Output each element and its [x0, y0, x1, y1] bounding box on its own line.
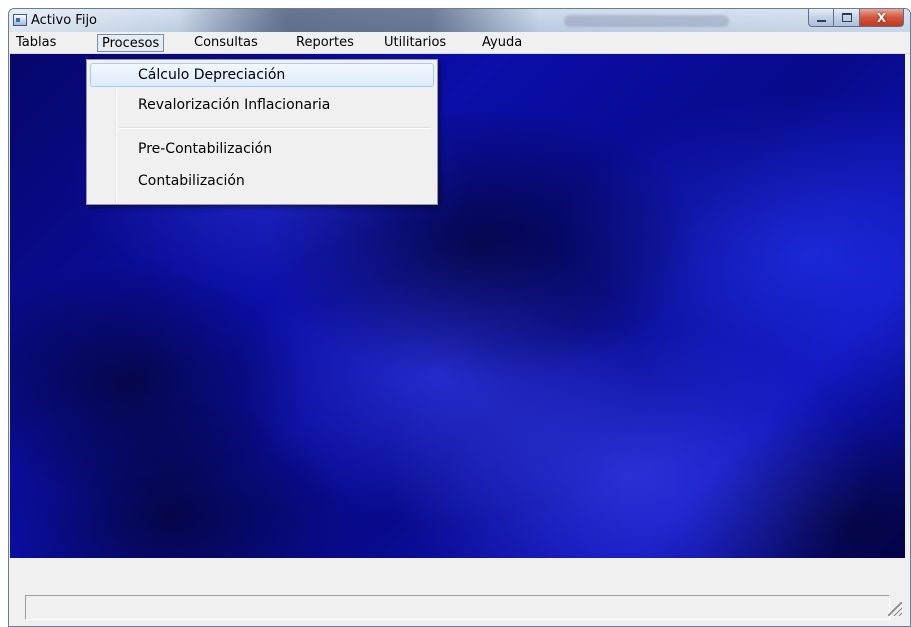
status-bar	[9, 592, 910, 626]
window-title: Activo Fijo	[31, 13, 98, 28]
menu-consultas[interactable]: Consultas	[189, 34, 263, 52]
title-bar-shade	[179, 9, 539, 32]
menu-ayuda[interactable]: Ayuda	[477, 34, 527, 52]
menu-item-calculo-depreciacion[interactable]: Cálculo Depreciación	[90, 63, 434, 87]
close-icon: X	[876, 10, 887, 25]
maximize-icon	[841, 13, 852, 22]
caption-buttons: X	[808, 9, 904, 28]
status-panel	[25, 595, 890, 620]
procesos-dropdown: Cálculo Depreciación Revalorización Infl…	[86, 59, 438, 205]
menu-item-revalorizacion-inflacionaria[interactable]: Revalorización Inflacionaria	[90, 94, 434, 118]
minimize-button[interactable]	[808, 9, 834, 27]
menu-utilitarios[interactable]: Utilitarios	[379, 34, 451, 52]
menu-procesos[interactable]: Procesos	[97, 34, 165, 52]
minimize-icon	[816, 19, 826, 22]
resize-grip-icon[interactable]	[888, 602, 902, 616]
menu-reportes[interactable]: Reportes	[291, 34, 359, 52]
menu-bar: Tablas Procesos Consultas Reportes Utili…	[9, 32, 910, 54]
menu-item-contabilizacion[interactable]: Contabilización	[90, 170, 434, 194]
menu-tablas[interactable]: Tablas	[11, 34, 61, 52]
blurred-title-region	[564, 15, 729, 27]
close-button[interactable]: X	[860, 9, 904, 27]
menu-item-pre-contabilizacion[interactable]: Pre-Contabilización	[90, 138, 434, 162]
menu-separator	[119, 127, 431, 129]
app-window-icon[interactable]	[13, 14, 27, 26]
title-bar[interactable]: Activo Fijo X	[9, 9, 910, 32]
maximize-button[interactable]	[834, 9, 860, 27]
